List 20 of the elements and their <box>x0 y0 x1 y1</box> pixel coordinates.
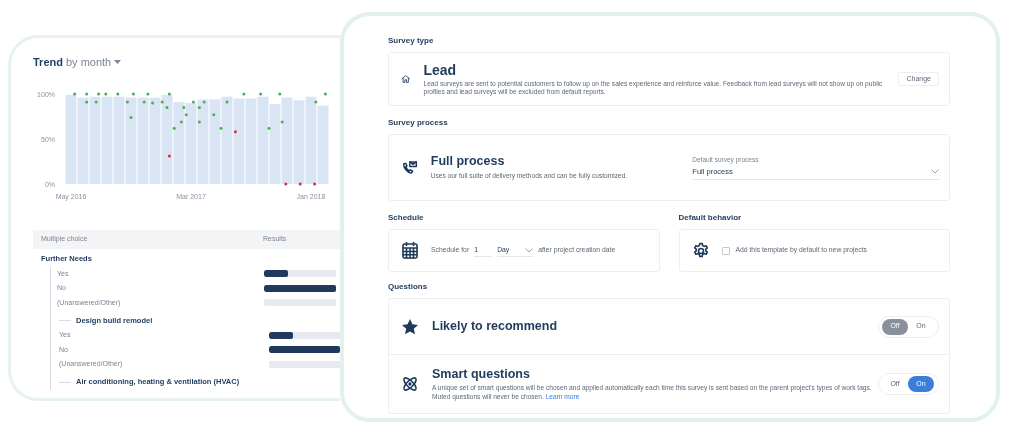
caret-icon <box>114 60 122 65</box>
checkbox[interactable] <box>721 246 730 255</box>
question-title: Likely to recommend <box>432 319 558 334</box>
chevron-down-icon <box>525 247 534 253</box>
section-heading: Questions <box>388 281 429 293</box>
atom-icon <box>401 375 419 393</box>
section-heading: Survey process <box>388 117 449 129</box>
section-heading: Survey type <box>388 35 435 47</box>
card-title: Full process <box>430 154 506 170</box>
section-heading: Schedule <box>388 212 425 224</box>
star-icon <box>401 317 419 336</box>
calendar-icon <box>401 241 419 260</box>
card-title: Lead <box>423 61 458 78</box>
chart-title: Trend <box>33 55 63 70</box>
section-heading: Default behavior <box>678 212 743 224</box>
period-dropdown[interactable]: by month <box>65 54 122 71</box>
phone-mail-icon <box>401 158 418 177</box>
chevron-down-icon <box>931 169 939 175</box>
question-title: Smart questions <box>432 367 531 383</box>
settings-icon <box>691 241 710 260</box>
